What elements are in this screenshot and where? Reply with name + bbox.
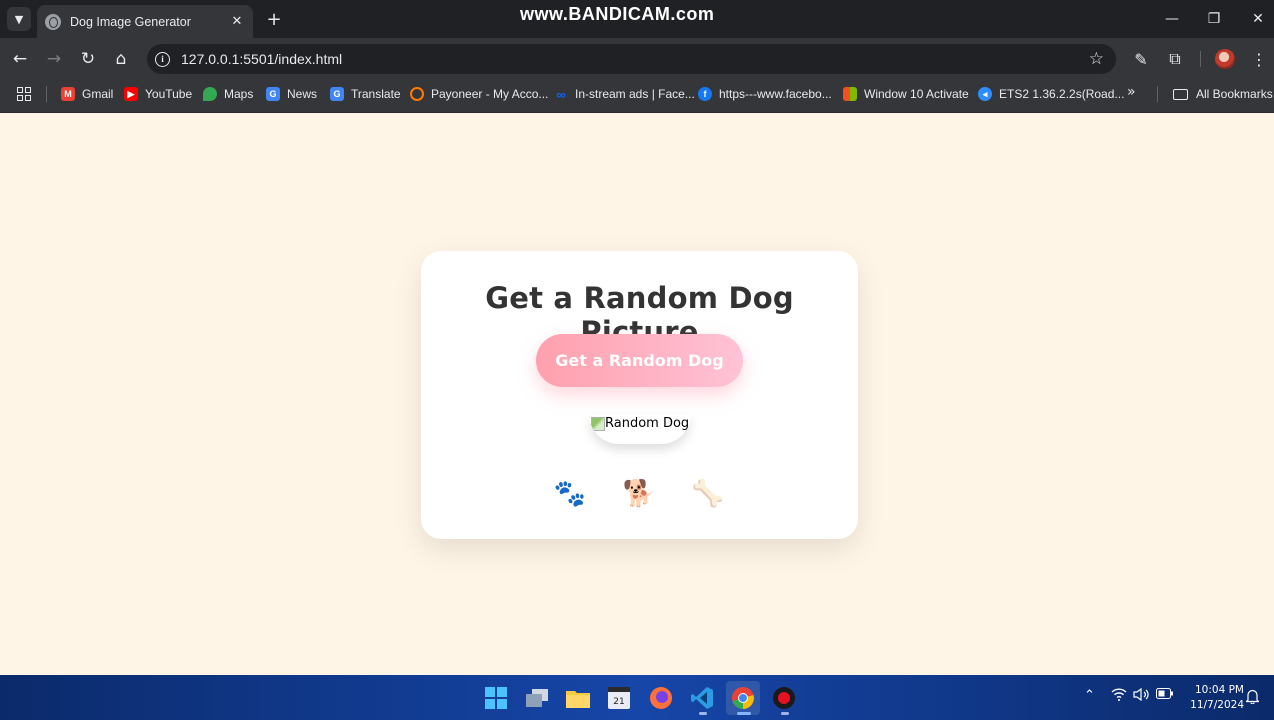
youtube-icon: ▶ xyxy=(124,87,138,101)
bookmark-translate[interactable]: G Translate xyxy=(330,84,401,104)
clock-time: 10:04 PM xyxy=(1195,684,1244,696)
clock-date: 11/7/2024 xyxy=(1190,699,1244,711)
back-arrow-icon[interactable]: ← xyxy=(7,46,33,72)
home-icon[interactable]: ⌂ xyxy=(108,46,134,72)
volume-icon[interactable] xyxy=(1133,687,1151,705)
ets2-icon: ◂ xyxy=(978,87,992,101)
broken-image-icon xyxy=(591,417,605,431)
reload-icon[interactable]: ↻ xyxy=(75,46,101,72)
bookmark-label: ETS2 1.36.2.2s(Road... xyxy=(999,87,1125,101)
news-icon: G xyxy=(266,87,280,101)
bookmark-news[interactable]: G News xyxy=(266,84,317,104)
bookmarks-divider xyxy=(1157,86,1158,102)
tab-search-icon[interactable]: ▼ xyxy=(7,7,31,31)
new-tab-button[interactable]: + xyxy=(262,7,286,31)
bookmark-label: Payoneer - My Acco... xyxy=(431,87,549,101)
paw-prints-icon: 🐾 xyxy=(553,479,587,509)
bookmark-label: Maps xyxy=(224,87,254,101)
dog-card: Get a Random Dog Picture Get a Random Do… xyxy=(421,251,858,539)
bookmark-instream-ads[interactable]: ∞ In-stream ads | Face... xyxy=(554,84,695,104)
bandicam-icon[interactable] xyxy=(767,681,801,715)
payoneer-icon xyxy=(410,87,424,101)
all-bookmarks-button[interactable]: All Bookmarks xyxy=(1173,84,1273,104)
battery-icon[interactable] xyxy=(1156,688,1174,703)
facebook-icon: f xyxy=(698,87,712,101)
tab-close-icon[interactable]: ✕ xyxy=(229,14,245,29)
windows-icon xyxy=(843,87,857,101)
system-clock[interactable]: 10:04 PM 11/7/2024 xyxy=(1180,683,1244,713)
bookmark-label: Translate xyxy=(351,87,401,101)
all-bookmarks-label: All Bookmarks xyxy=(1196,87,1273,101)
bookmark-payoneer[interactable]: Payoneer - My Acco... xyxy=(410,84,548,104)
dog-image: Random Dog xyxy=(589,414,691,444)
profile-avatar[interactable] xyxy=(1215,49,1235,69)
bookmark-gmail[interactable]: M Gmail xyxy=(61,84,113,104)
vscode-icon[interactable] xyxy=(685,681,719,715)
clipchamp-icon[interactable]: 21 xyxy=(602,681,636,715)
url-text[interactable]: 127.0.0.1:5501/index.html xyxy=(181,51,1089,67)
browser-tab[interactable]: Dog Image Generator ✕ xyxy=(37,5,253,38)
chrome-active-indicator xyxy=(737,712,751,715)
bookmark-star-icon[interactable]: ☆ xyxy=(1089,49,1104,69)
browser-titlebar: ▼ Dog Image Generator ✕ + www.BANDICAM.c… xyxy=(0,0,1274,38)
toolbar-divider xyxy=(1200,51,1201,67)
site-info-icon[interactable]: i xyxy=(155,51,170,67)
file-explorer-icon[interactable] xyxy=(561,681,595,715)
windows-taskbar xyxy=(0,675,1274,720)
restore-icon[interactable]: ❐ xyxy=(1192,0,1236,38)
svg-text:21: 21 xyxy=(613,697,624,707)
bookmark-label: https---www.facebo... xyxy=(719,87,832,101)
chevron-more-icon[interactable]: » xyxy=(1127,84,1136,100)
chrome-icon[interactable] xyxy=(726,681,760,715)
gmail-icon: M xyxy=(61,87,75,101)
notification-bell-icon[interactable] xyxy=(1245,689,1260,708)
bookmark-label: News xyxy=(287,87,318,101)
menu-dots-icon[interactable]: ⋮ xyxy=(1246,46,1272,72)
bookmark-label: In-stream ads | Face... xyxy=(575,87,695,101)
dog-icon: 🐕 xyxy=(622,479,656,509)
bookmark-label: Gmail xyxy=(82,87,114,101)
meta-icon: ∞ xyxy=(556,86,566,102)
tab-title: Dog Image Generator xyxy=(70,14,191,29)
firefox-icon[interactable] xyxy=(644,681,678,715)
bandicam-running-indicator xyxy=(781,712,789,715)
address-bar[interactable]: i 127.0.0.1:5501/index.html ☆ xyxy=(147,44,1116,74)
folder-icon xyxy=(1173,88,1188,100)
start-icon[interactable] xyxy=(479,681,513,715)
wifi-icon[interactable] xyxy=(1111,688,1127,705)
maps-icon xyxy=(203,87,217,101)
eyedropper-icon[interactable]: ✎ xyxy=(1128,46,1154,72)
apps-grid-icon[interactable] xyxy=(17,87,31,101)
browser-toolbar: ← → ↻ ⌂ i 127.0.0.1:5501/index.html ☆ ✎ … xyxy=(0,38,1274,80)
bookmark-maps[interactable]: Maps xyxy=(203,84,253,104)
bone-icon: 🦴 xyxy=(691,479,725,509)
bandicam-watermark: www.BANDICAM.com xyxy=(520,4,715,24)
globe-icon xyxy=(45,13,61,30)
bookmark-label: Window 10 Activate xyxy=(864,87,969,101)
bookmark-label: YouTube xyxy=(145,87,193,101)
forward-arrow-icon[interactable]: → xyxy=(41,46,67,72)
vscode-running-indicator xyxy=(699,712,707,715)
bookmark-youtube[interactable]: ▶ YouTube xyxy=(124,84,192,104)
get-random-dog-button[interactable]: Get a Random Dog xyxy=(536,334,743,387)
extensions-icon[interactable]: ⧉ xyxy=(1162,46,1188,72)
chevron-up-icon[interactable]: ⌃ xyxy=(1084,688,1095,703)
image-alt-text: Random Dog xyxy=(605,416,690,431)
bookmarks-divider xyxy=(46,86,47,102)
translate-icon: G xyxy=(330,87,344,101)
task-view-icon[interactable] xyxy=(520,681,554,715)
close-window-icon[interactable]: ✕ xyxy=(1236,0,1274,38)
bookmark-facebook[interactable]: f https---www.facebo... xyxy=(698,84,832,104)
bookmark-ets2[interactable]: ◂ ETS2 1.36.2.2s(Road... xyxy=(978,84,1124,104)
bookmark-windows-activate[interactable]: Window 10 Activate xyxy=(843,84,969,104)
minimize-icon[interactable]: — xyxy=(1150,0,1194,38)
